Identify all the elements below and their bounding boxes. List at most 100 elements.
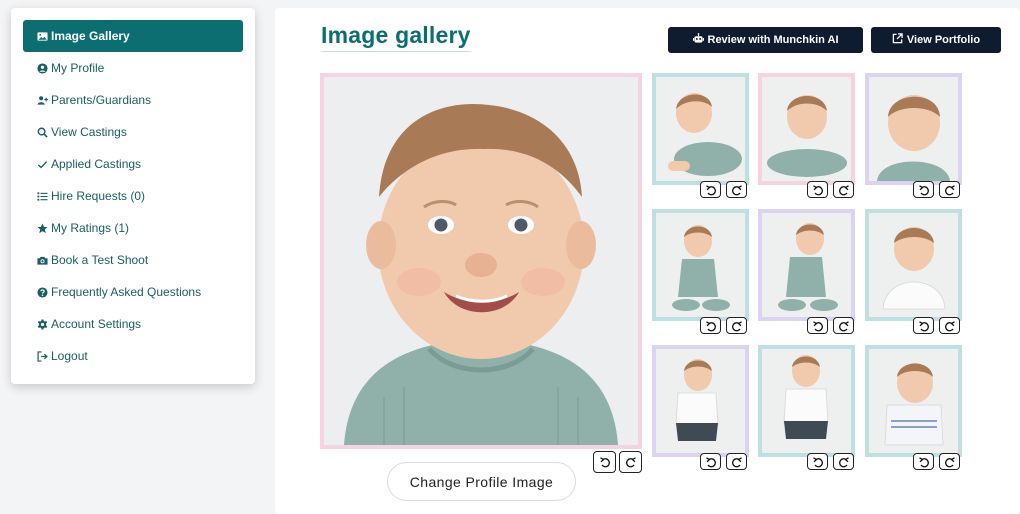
- sidebar-item-parents-guardians[interactable]: Parents/Guardians: [23, 84, 243, 116]
- sidebar-item-label: Hire Requests (0): [51, 189, 146, 203]
- sidebar-item-my-profile[interactable]: My Profile: [23, 52, 243, 84]
- star-icon: [36, 222, 48, 234]
- user-plus-icon: [36, 94, 48, 106]
- logout-icon: [36, 350, 48, 362]
- search-icon: [36, 126, 48, 138]
- rotate-left-icon: [705, 320, 716, 331]
- camera-icon: [36, 254, 48, 266]
- rotate-left-icon: [918, 184, 929, 195]
- user-circle-icon: [36, 62, 48, 74]
- sidebar-item-label: My Profile: [51, 61, 105, 75]
- sidebar-item-label: Account Settings: [51, 317, 142, 331]
- rotate-right-icon: [625, 457, 636, 468]
- gallery-thumbnail[interactable]: [865, 73, 962, 185]
- rotate-left-icon: [599, 457, 610, 468]
- view-portfolio-button[interactable]: View Portfolio: [871, 27, 1001, 53]
- check-icon: [36, 158, 48, 170]
- sidebar-item-faq[interactable]: Frequently Asked Questions: [23, 276, 243, 308]
- external-link-icon: [892, 33, 903, 47]
- rotate-right-icon: [731, 456, 742, 467]
- robot-icon: [692, 33, 704, 47]
- review-with-ai-button[interactable]: Review with Munchkin AI: [668, 27, 863, 53]
- image-icon: [36, 30, 48, 42]
- portfolio-button-label: View Portfolio: [906, 34, 981, 46]
- rotate-right-icon: [944, 184, 955, 195]
- rotate-left-icon: [812, 320, 823, 331]
- rotate-right-icon: [838, 456, 849, 467]
- gallery-thumbnail[interactable]: [865, 345, 962, 457]
- rotate-right-icon: [838, 184, 849, 195]
- thumbnail-baby-lying: [762, 77, 851, 181]
- sidebar-item-label: Parents/Guardians: [51, 93, 152, 107]
- rotate-right-button[interactable]: [619, 451, 642, 473]
- rotate-left-icon: [918, 456, 929, 467]
- rotate-left-icon: [705, 456, 716, 467]
- rotate-left-icon: [812, 184, 823, 195]
- gallery-thumbnail[interactable]: [652, 345, 749, 457]
- rotate-left-button[interactable]: [913, 453, 934, 470]
- thumbnail-baby-sitting-side: [762, 213, 851, 317]
- sidebar-item-my-ratings[interactable]: My Ratings (1): [23, 212, 243, 244]
- gallery-thumbnail[interactable]: [652, 209, 749, 321]
- gallery-thumbnail[interactable]: [758, 209, 855, 321]
- rotate-right-button[interactable]: [939, 453, 960, 470]
- sidebar-item-applied-castings[interactable]: Applied Castings: [23, 148, 243, 180]
- rotate-left-button[interactable]: [700, 181, 721, 198]
- rotate-right-button[interactable]: [833, 181, 854, 198]
- rotate-right-button[interactable]: [833, 453, 854, 470]
- rotate-left-button[interactable]: [913, 181, 934, 198]
- sidebar-item-label: View Castings: [51, 125, 127, 139]
- rotate-right-icon: [944, 320, 955, 331]
- thumbnail-baby-shorts: [656, 349, 745, 453]
- question-circle-icon: [36, 286, 48, 298]
- list-icon: [36, 190, 48, 202]
- thumbnail-baby-white-shirt: [869, 213, 958, 317]
- rotate-left-button[interactable]: [807, 317, 828, 334]
- rotate-left-button[interactable]: [593, 451, 616, 473]
- thumbnail-baby-romper: [869, 349, 958, 453]
- sidebar-nav: Image Gallery My Profile Parents/Guardia…: [11, 8, 255, 384]
- sidebar-item-label: Image Gallery: [51, 29, 130, 43]
- sidebar-item-view-castings[interactable]: View Castings: [23, 116, 243, 148]
- sidebar-item-label: My Ratings (1): [51, 221, 130, 235]
- gallery-thumbnail[interactable]: [758, 73, 855, 185]
- gallery-thumbnail[interactable]: [652, 73, 749, 185]
- rotate-left-icon: [705, 184, 716, 195]
- rotate-right-button[interactable]: [726, 453, 747, 470]
- rotate-right-button[interactable]: [833, 317, 854, 334]
- rotate-right-button[interactable]: [939, 317, 960, 334]
- rotate-left-button[interactable]: [913, 317, 934, 334]
- sidebar-item-label: Book a Test Shoot: [51, 253, 149, 267]
- thumbnail-baby-sitting: [656, 213, 745, 317]
- rotate-right-icon: [944, 456, 955, 467]
- review-button-label: Review with Munchkin AI: [707, 34, 839, 46]
- rotate-left-button[interactable]: [807, 453, 828, 470]
- gallery-panel: Image gallery Review with Munchkin AI Vi…: [275, 8, 1020, 514]
- rotate-right-icon: [838, 320, 849, 331]
- rotate-left-button[interactable]: [807, 181, 828, 198]
- rotate-right-icon: [731, 320, 742, 331]
- rotate-right-button[interactable]: [939, 181, 960, 198]
- gallery-thumbnail[interactable]: [865, 209, 962, 321]
- gallery-thumbnail[interactable]: [758, 345, 855, 457]
- sidebar-item-hire-requests[interactable]: Hire Requests (0): [23, 180, 243, 212]
- change-profile-image-button[interactable]: Change Profile Image: [387, 462, 576, 501]
- sidebar-item-book-test-shoot[interactable]: Book a Test Shoot: [23, 244, 243, 276]
- rotate-right-button[interactable]: [726, 181, 747, 198]
- profile-photo-baby-portrait: [324, 77, 638, 445]
- sidebar-item-label: Applied Castings: [51, 157, 142, 171]
- rotate-left-button[interactable]: [700, 453, 721, 470]
- profile-photo[interactable]: [320, 73, 642, 449]
- gear-icon: [36, 318, 48, 330]
- rotate-left-button[interactable]: [700, 317, 721, 334]
- sidebar-item-label: Logout: [51, 349, 88, 363]
- sidebar-item-logout[interactable]: Logout: [23, 340, 243, 372]
- rotate-right-icon: [731, 184, 742, 195]
- thumbnail-baby-closeup: [869, 77, 958, 181]
- rotate-right-button[interactable]: [726, 317, 747, 334]
- sidebar-item-image-gallery[interactable]: Image Gallery: [23, 20, 243, 52]
- sidebar-item-account-settings[interactable]: Account Settings: [23, 308, 243, 340]
- thumbnail-baby-crawling: [656, 77, 745, 181]
- thumbnail-baby-shorts-sitting: [762, 349, 851, 453]
- page-title: Image gallery: [321, 22, 471, 52]
